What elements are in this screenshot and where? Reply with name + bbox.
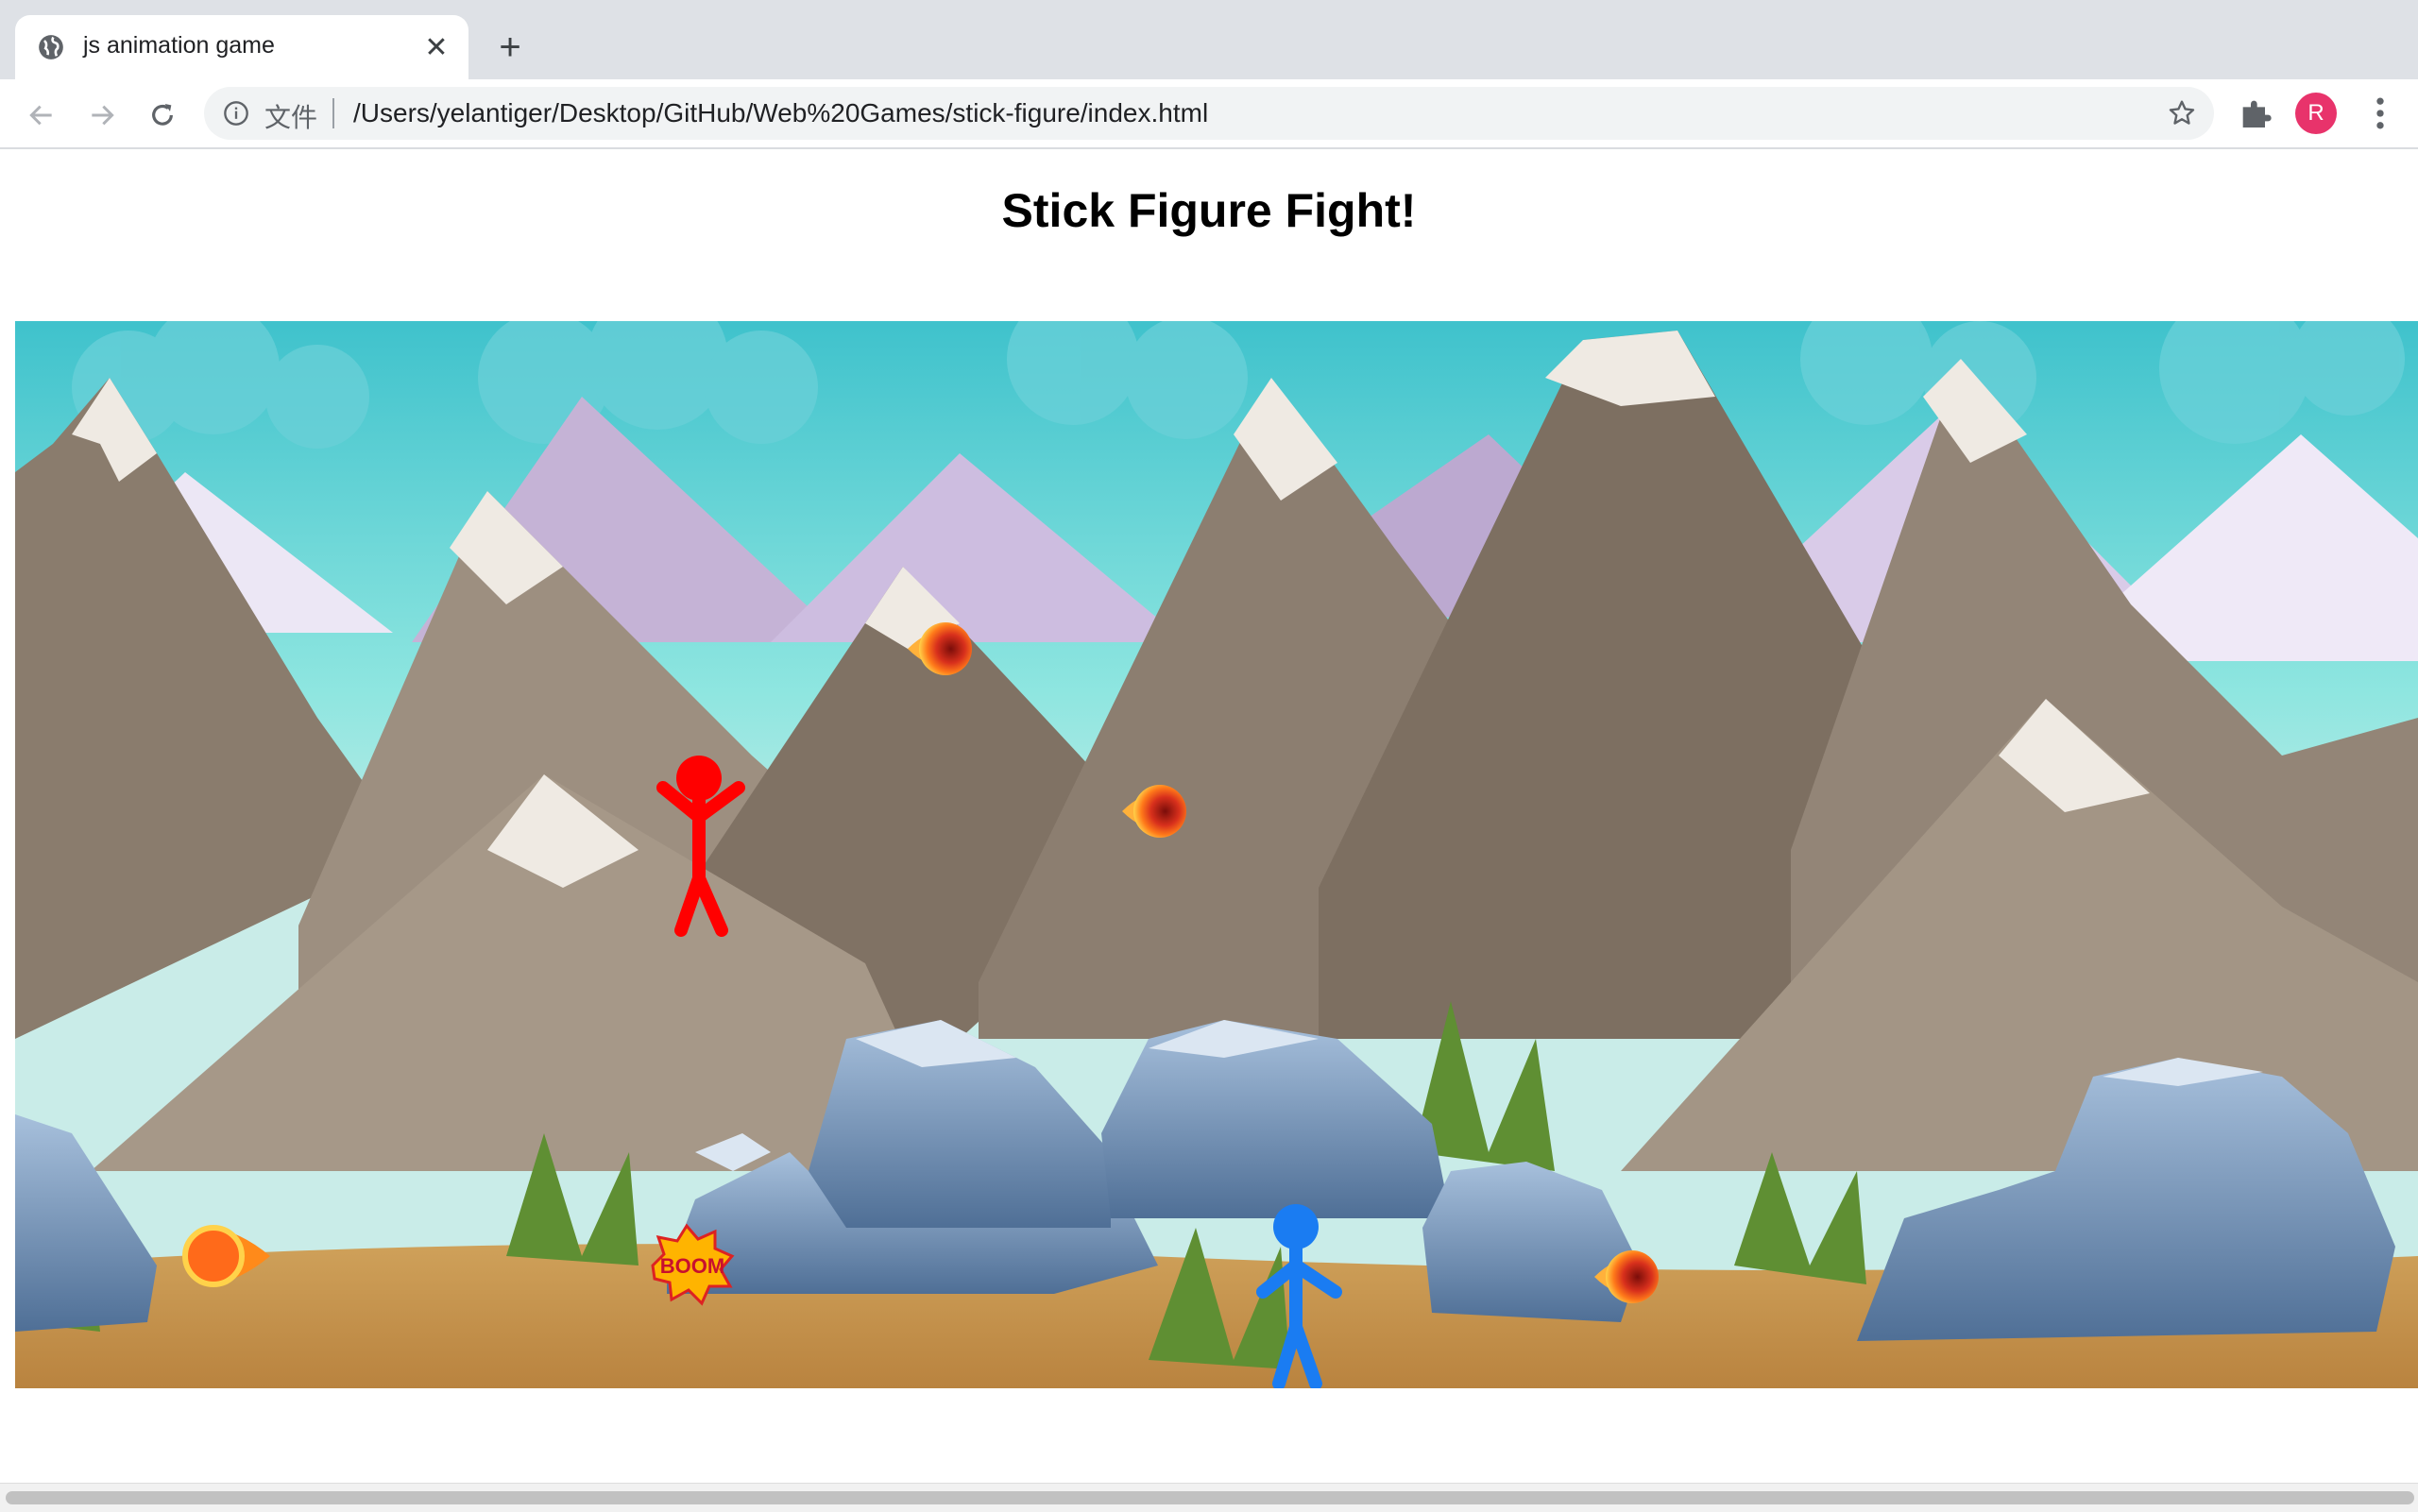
profile-avatar[interactable]: R <box>2295 93 2337 134</box>
omnibox-divider <box>332 98 334 128</box>
tab-strip: js animation game ✕ + <box>0 0 2418 79</box>
reload-icon <box>152 104 173 126</box>
address-bar[interactable]: 文件 /Users/yelantiger/Desktop/GitHub/Web%… <box>204 87 2214 140</box>
tab-title: js animation game <box>83 32 275 59</box>
extensions-puzzle-icon[interactable] <box>2237 94 2274 132</box>
back-button[interactable] <box>19 93 64 138</box>
new-tab-button[interactable]: + <box>487 25 533 70</box>
boom-text: BOOM <box>660 1254 724 1278</box>
globe-icon <box>39 35 63 59</box>
page-content: Stick Figure Fight! BOOM <box>0 149 2418 1483</box>
forward-arrow-icon <box>92 105 114 126</box>
close-icon[interactable]: ✕ <box>417 28 455 66</box>
url-text[interactable]: /Users/yelantiger/Desktop/GitHub/Web%20G… <box>353 98 1208 128</box>
scheme-label: 文件 <box>264 103 318 132</box>
game-canvas[interactable]: BOOM <box>15 321 2418 1388</box>
kebab-menu-icon[interactable] <box>2359 93 2401 134</box>
toolbar: 文件 /Users/yelantiger/Desktop/GitHub/Web%… <box>0 79 2418 149</box>
horizontal-scrollbar[interactable] <box>0 1483 2418 1512</box>
back-arrow-icon <box>29 105 52 126</box>
info-icon[interactable] <box>223 100 249 127</box>
page-title: Stick Figure Fight! <box>1001 184 1417 237</box>
browser-chrome: js animation game ✕ + 文件 /Users/yelantig… <box>0 0 2418 149</box>
forward-button[interactable] <box>79 93 125 138</box>
browser-tab[interactable]: js animation game ✕ <box>15 15 468 79</box>
scrollbar-thumb[interactable] <box>6 1491 2414 1504</box>
star-icon[interactable] <box>2167 98 2197 128</box>
reload-button[interactable] <box>140 93 185 138</box>
